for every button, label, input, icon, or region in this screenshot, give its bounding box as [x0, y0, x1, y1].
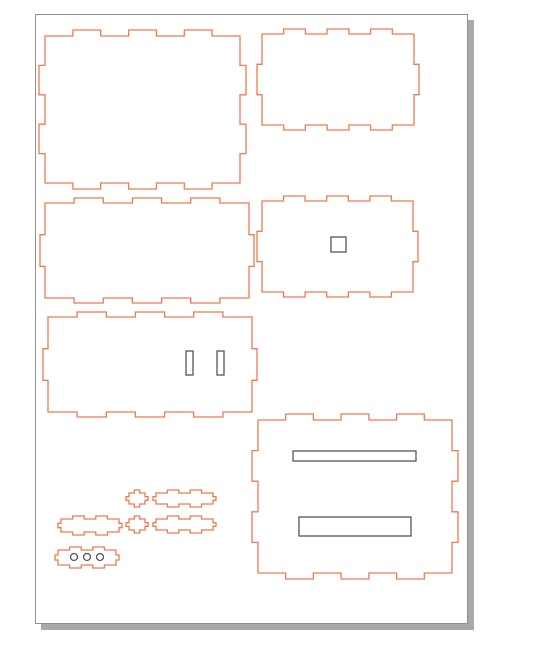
cut-layout-canvas	[35, 14, 474, 630]
drawing-stage	[0, 0, 543, 660]
